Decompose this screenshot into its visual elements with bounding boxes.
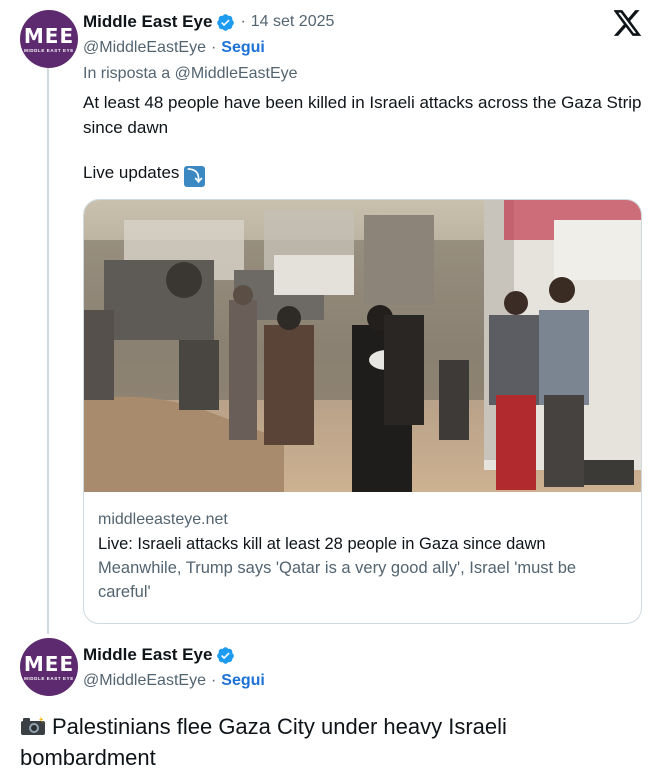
live-updates-label: Live updates [83,163,180,182]
camera-flash-icon [21,716,45,735]
avatar[interactable]: MEE MIDDLE EAST EYE [20,638,78,696]
avatar[interactable]: MEE MIDDLE EAST EYE [20,10,78,68]
follow-button[interactable]: Segui [221,39,265,57]
avatar-logo-subtext: MIDDLE EAST EYE [24,675,74,681]
card-domain: middleeasteye.net [98,511,228,528]
street-scene-image [84,200,641,492]
tweet2-text-content: Palestinians flee Gaza City under heavy … [20,714,507,770]
link-preview-card[interactable]: middleeasteye.net Live: Israeli attacks … [83,199,642,624]
author-handle[interactable]: @MiddleEastEye [83,39,206,57]
separator-dot: · [240,13,246,30]
tweet-header: Middle East Eye @MiddleEastEye · Segui [83,643,265,695]
live-updates-line: Live updates ⤵ [83,160,206,187]
separator-dot: · [210,672,217,689]
author-name[interactable]: Middle East Eye [83,12,212,32]
card-body[interactable]: middleeasteye.net Live: Israeli attacks … [98,508,628,604]
separator-dot: · [210,39,217,56]
verified-badge-icon [217,646,235,664]
tweet-header: Middle East Eye · 14 set 2025 @MiddleEas… [83,10,334,86]
card-image[interactable] [84,200,641,492]
reply-context[interactable]: In risposta a @MiddleEastEye [83,65,298,83]
arrow-down-icon: ⤵ [184,166,206,187]
tweet-date[interactable]: 14 set 2025 [251,13,335,31]
x-logo-icon[interactable] [614,10,642,36]
author-name[interactable]: Middle East Eye [83,645,212,665]
avatar-logo-subtext: MIDDLE EAST EYE [24,47,74,53]
verified-badge-icon [217,13,235,31]
tweet-text: At least 48 people have been killed in I… [83,93,642,137]
avatar-logo-text: MEE [23,23,75,48]
follow-button[interactable]: Segui [221,672,265,690]
card-description: Meanwhile, Trump says 'Qatar is a very g… [98,559,577,601]
avatar-logo-text: MEE [23,651,75,676]
card-title: Live: Israeli attacks kill at least 28 p… [98,535,546,553]
thread-connector-line [47,68,49,634]
author-handle[interactable]: @MiddleEastEye [83,672,206,690]
tweet-text: Palestinians flee Gaza City under heavy … [20,711,640,773]
